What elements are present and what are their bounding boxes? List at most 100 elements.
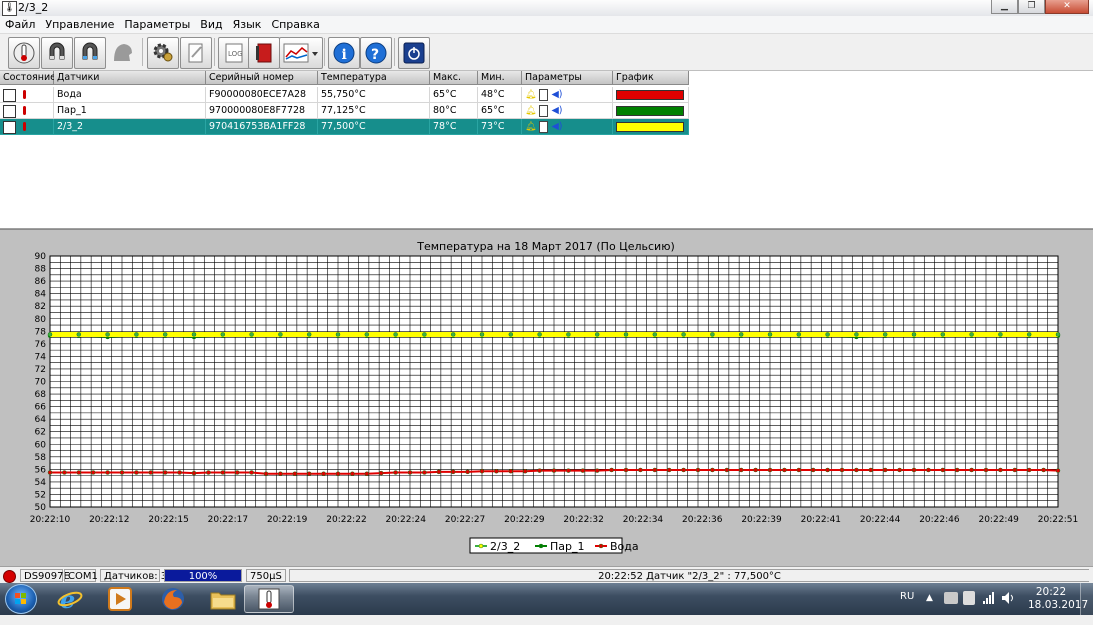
cell-parameters: 🔔︎ ◀) (522, 87, 613, 103)
cell-max: 78°C (430, 119, 478, 135)
data-point (191, 470, 197, 476)
data-point (450, 469, 456, 475)
notepad-button[interactable] (180, 37, 212, 69)
thermometer-icon (23, 122, 26, 131)
column-header-serial[interactable]: Серийный номер (206, 71, 318, 85)
taskbar: e RU ▲ 20:22 18.03.2017 (0, 583, 1093, 615)
y-tick-label: 58 (35, 453, 47, 463)
data-point (479, 332, 485, 337)
sensor-probe-icon (3, 121, 16, 134)
graph-color-swatch[interactable] (616, 106, 684, 116)
language-indicator[interactable]: RU (900, 591, 914, 623)
taskbar-firefox[interactable] (148, 585, 198, 613)
column-header-temperature[interactable]: Температура (318, 71, 430, 85)
column-header-min[interactable]: Мин. (478, 71, 522, 85)
column-header-sensors[interactable]: Датчики (54, 71, 206, 85)
data-point (47, 470, 53, 475)
magnet-button[interactable] (41, 37, 73, 69)
column-header-graph[interactable]: График (613, 71, 689, 85)
y-tick-label: 62 (35, 428, 46, 438)
data-point (810, 467, 816, 473)
x-tick-label: 20:22:32 (563, 515, 603, 525)
data-point (940, 467, 946, 473)
taskbar-explorer[interactable] (198, 585, 248, 613)
y-tick-label: 56 (35, 465, 47, 475)
cell-graph (613, 103, 689, 119)
menu-control[interactable]: Управление (40, 18, 119, 31)
book-button[interactable] (248, 37, 280, 69)
close-button[interactable]: ✕ (1045, 0, 1089, 14)
x-tick-label: 20:22:10 (30, 515, 71, 525)
data-point (1012, 467, 1018, 473)
chart-button[interactable] (279, 37, 323, 69)
x-tick-label: 20:22:17 (208, 515, 248, 525)
clock-time: 20:22 (1035, 586, 1067, 598)
info-button[interactable]: i (328, 37, 360, 69)
sensor-probe-icon (3, 105, 16, 118)
table-row[interactable]: 2/3_2 970416753BA1FF28 77,500°C 78°C 73°C 🔔︎ … (0, 119, 689, 135)
log-button[interactable]: LOG (218, 37, 250, 69)
graph-color-swatch[interactable] (616, 90, 684, 100)
y-tick-label: 76 (35, 340, 47, 350)
settings-button[interactable] (147, 37, 179, 69)
menu-help[interactable]: Справка (266, 18, 324, 31)
menu-view[interactable]: Вид (195, 18, 227, 31)
x-tick-label: 20:22:12 (89, 515, 129, 525)
data-point (479, 468, 485, 474)
menu-parameters[interactable]: Параметры (119, 18, 195, 31)
y-tick-label: 80 (35, 315, 47, 325)
tray-usb-icon[interactable] (963, 591, 975, 605)
tray-expand-icon[interactable]: ▲ (926, 593, 933, 625)
y-tick-label: 78 (35, 327, 47, 337)
app-icon[interactable]: 🌡 (2, 1, 17, 16)
column-header-max[interactable]: Макс. (430, 71, 478, 85)
data-point (767, 332, 773, 337)
chart-panel: Температура на 18 Март 2017 (По Цельсию)… (0, 229, 1093, 567)
help-button[interactable]: ? (360, 37, 392, 69)
maximize-button[interactable]: ❐ (1018, 0, 1045, 14)
data-point (652, 332, 658, 337)
power-button[interactable] (398, 37, 430, 69)
thermometer-icon (23, 106, 26, 115)
chart-title: Температура на 18 Март 2017 (По Цельсию) (416, 240, 675, 253)
taskbar-media-player[interactable] (95, 585, 145, 613)
graph-color-swatch[interactable] (616, 122, 684, 132)
data-point (854, 467, 859, 473)
clock[interactable]: 20:22 18.03.2017 (1028, 586, 1088, 618)
menu-file[interactable]: Файл (0, 18, 40, 31)
svg-text:LOG: LOG (228, 50, 243, 58)
data-point (162, 470, 168, 475)
data-point (119, 470, 125, 475)
start-button[interactable] (5, 584, 37, 614)
data-point (162, 332, 168, 337)
data-point (796, 467, 802, 473)
table-row[interactable]: Пар_1 970000080E8F7728 77,125°C 80°C 65°C 🔔︎ … (0, 103, 689, 119)
data-point (566, 332, 571, 337)
title-bar: 🌡 2/3_2 ▁ ❐ ✕ (0, 0, 1093, 17)
menu-language[interactable]: Язык (228, 18, 267, 31)
column-header-state[interactable]: Состояние (0, 71, 56, 85)
thermometer-app-icon (258, 588, 280, 610)
volume-icon[interactable] (1001, 591, 1015, 605)
thermometer-wrench-icon (13, 42, 35, 64)
tray-device-icon[interactable] (944, 592, 958, 604)
data-point (926, 467, 931, 473)
data-point (796, 332, 802, 337)
svg-text:i: i (342, 47, 347, 63)
taskbar-ie[interactable]: e (45, 585, 95, 613)
magnet-blue-button[interactable] (74, 37, 106, 69)
data-point (522, 468, 528, 474)
table-row[interactable]: Вода F90000080ECE7A28 55,750°C 65°C 48°C 🔔︎ ◀… (0, 87, 689, 103)
data-point (508, 468, 514, 474)
alarm-bell-icon: 🔔︎ (525, 90, 537, 100)
show-desktop-button[interactable] (1080, 583, 1093, 615)
profile-button[interactable] (108, 37, 138, 67)
legend-marker (478, 543, 484, 549)
data-point (378, 470, 384, 476)
thermometer-wrench-button[interactable] (8, 37, 40, 69)
network-signal-icon[interactable] (982, 591, 996, 605)
minimize-button[interactable]: ▁ (991, 0, 1018, 14)
column-header-parameters[interactable]: Параметры (522, 71, 613, 85)
temperature-chart: Температура на 18 Март 2017 (По Цельсию)… (30, 240, 1078, 554)
taskbar-thermo-app[interactable] (244, 585, 294, 613)
